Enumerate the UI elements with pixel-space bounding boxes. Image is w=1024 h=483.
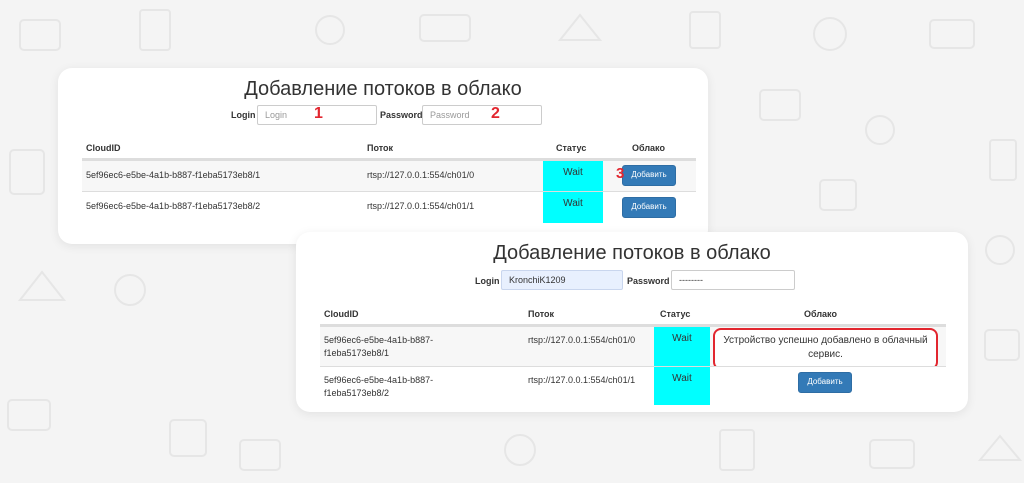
table-header: CloudID Поток Статус Облако [82,134,696,160]
panel-after: Добавление потоков в облако Login Kronch… [296,232,968,412]
annotation-marker-1: 1 [314,105,323,122]
stream-cell: rtsp://127.0.0.1:554/ch01/0 [528,335,636,345]
column-cloudid: CloudID [324,309,359,319]
status-badge: Wait [543,161,603,191]
streams-table: CloudID Поток Статус Облако 5ef96ec6-e5b… [82,134,696,224]
login-label: Login [231,110,256,120]
table-header: CloudID Поток Статус Облако [320,300,946,326]
column-status: Статус [556,143,587,153]
status-badge: Wait [654,367,710,405]
column-stream: Поток [528,309,555,319]
cloudid-cell-line1: 5ef96ec6-e5be-4a1b-b887- [324,335,434,345]
table-row: 5ef96ec6-e5be-4a1b-b887-f1eba5173eb8/2 r… [82,191,696,223]
password-label: Password [380,110,423,120]
table-row: 5ef96ec6-e5be-4a1b-b887- f1eba5173eb8/2 … [320,366,946,405]
column-cloudid: CloudID [86,143,121,153]
column-stream: Поток [367,143,394,153]
status-badge: Wait [543,192,603,223]
annotation-marker-2: 2 [491,105,500,122]
annotation-marker-3: 3 [616,165,625,182]
password-input[interactable]: Password [422,105,542,125]
table-row: 5ef96ec6-e5be-4a1b-b887- f1eba5173eb8/1 … [320,326,946,370]
login-label: Login [475,276,500,286]
panel-before: Добавление потоков в облако Login Login … [58,68,708,244]
column-cloud: Облако [804,309,837,319]
stream-cell: rtsp://127.0.0.1:554/ch01/1 [367,201,475,211]
status-badge: Wait [654,327,710,366]
success-message: Устройство успешно добавлено в облачный … [713,328,938,370]
page-title: Добавление потоков в облако [244,78,522,100]
table-row: 5ef96ec6-e5be-4a1b-b887-f1eba5173eb8/1 r… [82,160,696,191]
password-input[interactable]: -------- [671,270,795,290]
cloudid-cell-line2: f1eba5173eb8/1 [324,348,390,358]
password-label: Password [627,276,670,286]
cloudid-cell: 5ef96ec6-e5be-4a1b-b887-f1eba5173eb8/2 [86,201,261,211]
login-input[interactable]: KronchiK1209 [501,270,623,290]
cloudid-cell-line1: 5ef96ec6-e5be-4a1b-b887- [324,375,434,385]
add-button[interactable]: Добавить [622,165,676,186]
add-button[interactable]: Добавить [798,372,852,393]
streams-table: CloudID Поток Статус Облако 5ef96ec6-e5b… [320,300,946,405]
stream-cell: rtsp://127.0.0.1:554/ch01/0 [367,170,475,180]
page-title: Добавление потоков в облако [493,242,771,264]
success-message-line1: Устройство успешно добавлено в облачный [723,335,928,346]
cloudid-cell-line2: f1eba5173eb8/2 [324,388,390,398]
add-button[interactable]: Добавить [622,197,676,218]
cloudid-cell: 5ef96ec6-e5be-4a1b-b887-f1eba5173eb8/1 [86,170,261,180]
column-cloud: Облако [632,143,665,153]
success-message-line2: сервис. [808,349,843,360]
column-status: Статус [660,309,691,319]
stream-cell: rtsp://127.0.0.1:554/ch01/1 [528,375,636,385]
